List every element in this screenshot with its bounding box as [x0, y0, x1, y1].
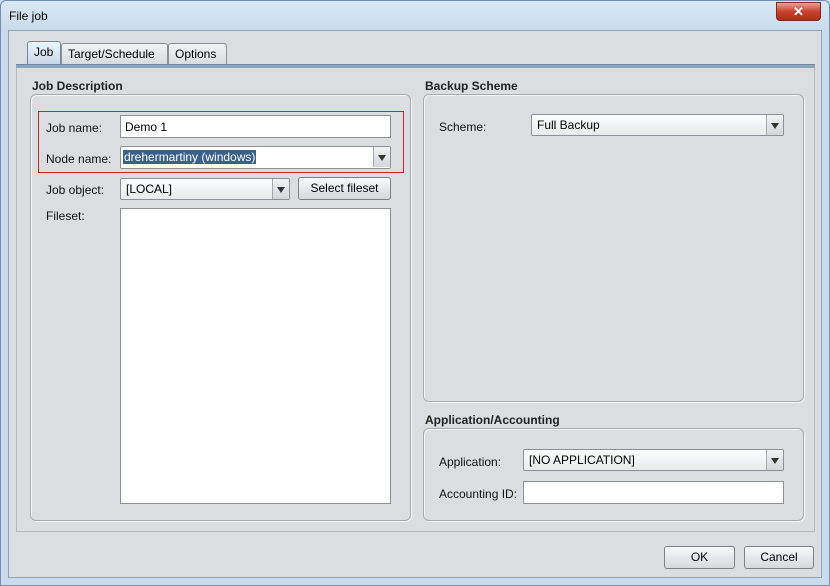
title-bar[interactable]: File job ✕	[1, 1, 829, 29]
tab-label: Options	[175, 47, 217, 61]
chevron-down-icon[interactable]	[766, 115, 783, 135]
tab-options[interactable]: Options	[168, 43, 227, 64]
select-fileset-button[interactable]: Select fileset	[298, 177, 391, 200]
node-name-selected-text: drehermartiny (windows)	[123, 150, 257, 164]
node-name-combo[interactable]: drehermartiny (windows)	[120, 146, 391, 169]
chevron-down-icon[interactable]	[373, 147, 390, 167]
fileset-label: Fileset:	[46, 209, 85, 223]
scheme-value: Full Backup	[537, 118, 600, 132]
window-title: File job	[9, 9, 48, 23]
scheme-combo[interactable]: Full Backup	[531, 114, 784, 136]
dialog-content: Job Target/Schedule Options Job Descript…	[8, 30, 822, 578]
application-combo[interactable]: [NO APPLICATION]	[523, 449, 784, 471]
cancel-button[interactable]: Cancel	[744, 546, 814, 569]
application-accounting-group	[423, 428, 804, 521]
job-name-label: Job name:	[46, 121, 103, 135]
job-description-heading: Job Description	[32, 79, 123, 93]
backup-scheme-heading: Backup Scheme	[425, 79, 518, 93]
application-accounting-heading: Application/Accounting	[425, 413, 560, 427]
ok-label: OK	[690, 550, 709, 564]
close-button[interactable]: ✕	[776, 2, 821, 21]
accounting-id-label: Accounting ID:	[439, 487, 518, 501]
fileset-list[interactable]	[120, 208, 391, 504]
ok-button[interactable]: OK	[664, 546, 735, 569]
accounting-id-input[interactable]	[523, 481, 784, 504]
tab-label: Job	[34, 45, 54, 59]
select-fileset-label: Select fileset	[310, 181, 379, 195]
tab-label: Target/Schedule	[68, 47, 155, 61]
cancel-label: Cancel	[760, 550, 798, 564]
node-name-value: drehermartiny (windows)	[123, 150, 257, 164]
job-object-label: Job object:	[46, 183, 105, 197]
file-job-window: File job ✕ Job Target/Schedule Options J…	[0, 0, 830, 586]
scheme-label: Scheme:	[439, 120, 487, 134]
chevron-down-icon[interactable]	[272, 179, 289, 199]
application-label: Application:	[439, 455, 502, 469]
job-object-combo[interactable]: [LOCAL]	[120, 178, 290, 200]
tab-job[interactable]: Job	[27, 41, 61, 65]
node-name-label: Node name:	[46, 152, 112, 166]
backup-scheme-group	[423, 94, 804, 402]
job-name-input[interactable]	[120, 115, 391, 138]
application-value: [NO APPLICATION]	[529, 453, 635, 467]
chevron-down-icon[interactable]	[766, 450, 783, 470]
tab-target-schedule[interactable]: Target/Schedule	[61, 43, 168, 64]
job-object-value: [LOCAL]	[126, 182, 173, 196]
close-icon: ✕	[793, 4, 804, 19]
